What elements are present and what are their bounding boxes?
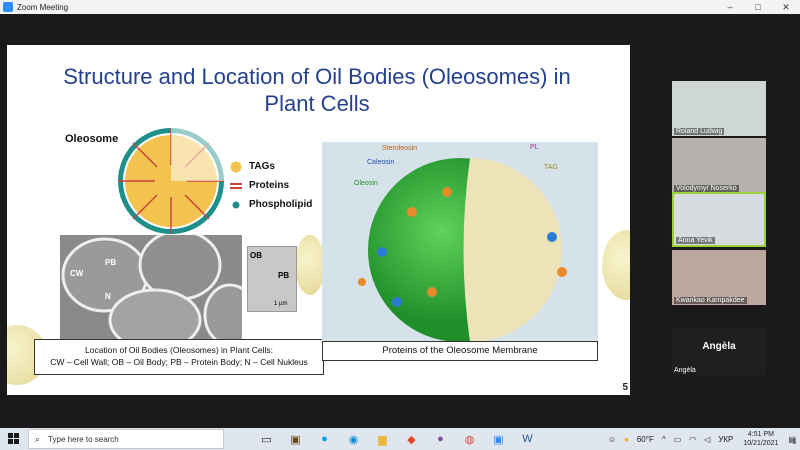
caption-location: Location of Oil Bodies (Oleosomes) in Pl… [34,339,324,375]
label-steroleosin: Steroleosin [382,145,418,152]
clock-date: 10/21/2021 [743,440,779,447]
chevron-up-icon[interactable]: ^ [662,435,666,444]
label-tag: TAG [544,164,558,171]
maximize-button[interactable]: □ [744,0,772,14]
label-caleosin: Caleosin [367,159,395,166]
search-icon: ⌕ [35,433,41,444]
task-view-icon[interactable]: ▭ [252,428,281,450]
legend-label: TAGs [249,161,275,172]
slide-title: Structure and Location of Oil Bodies (Ol… [37,63,597,117]
decorative-circle [602,230,630,300]
chrome-icon[interactable]: ◍ [455,428,484,450]
video-tile-roland[interactable]: Roland Ludwig [672,81,766,136]
battery-icon[interactable]: ▭ [674,435,682,444]
network-people-icon[interactable]: ☺ [608,435,616,444]
volume-icon[interactable]: ◁ [704,435,710,444]
notification-icon[interactable]: ▤ 3 [788,435,796,446]
shared-slide: Structure and Location of Oil Bodies (Ol… [7,45,630,395]
clock[interactable]: 4:51 PM 10/21/2021 [743,430,778,448]
weather-temperature[interactable]: 60°F [637,435,654,444]
label-pb: PB [278,271,290,280]
viber-icon[interactable]: ● [426,428,455,450]
caption-membrane-proteins: Proteins of the Oleosome Membrane [322,341,598,361]
skype-icon[interactable]: ● [310,428,339,450]
wifi-icon[interactable]: ◠ [689,435,696,444]
audio-tile-angela[interactable]: Angèla Angèla [672,327,766,375]
notification-count: 3 [792,439,796,446]
office-icon[interactable]: ◆ [397,428,426,450]
participant-name: Roland Ludwig [674,128,725,135]
taskbar: ⌕ Type here to search ▭ ▣ ● ◉ ▆ ◆ ● ◍ ▣ … [0,428,800,450]
label-pl: PL [530,144,539,151]
legend-item-phospholipid: Phospholipid [229,195,312,214]
decorative-circle [295,235,325,295]
legend-item-tags: TAGs [229,157,312,176]
micrograph-cells: PB CW N [60,235,242,340]
window-title: Zoom Meeting [17,2,69,12]
zoom-app-icon [3,2,13,12]
oleosome-membrane-model: Steroleosin Caleosin Oleosin PL TAG [322,142,598,342]
legend-item-proteins: Proteins [229,176,312,195]
video-tile-volodymyr[interactable]: Volodymyr Noserko [672,138,766,193]
word-icon[interactable]: W [513,428,542,450]
system-tray: ☺ ● 60°F ^ ▭ ◠ ◁ УКР 4:51 PM 10/21/2021 … [604,428,800,450]
video-tile-anna-active-speaker[interactable]: Anna Yevik [672,192,766,247]
slide-title-line-2: Plant Cells [264,91,370,116]
participant-name-text: Angèla [674,367,696,374]
participant-display-name: Angèla [702,341,736,352]
close-button[interactable]: ✕ [772,0,800,14]
legend-label: Proteins [249,180,290,191]
folder-icon[interactable]: ▆ [368,428,397,450]
oleosome-label: Oleosome [65,133,119,145]
store-icon[interactable]: ▣ [281,428,310,450]
label-pb: PB [105,258,117,267]
oleosome-diagram [118,125,227,234]
zoom-taskbar-icon[interactable]: ▣ [484,428,513,450]
clock-time: 4:51 PM [747,431,774,438]
windows-start-icon[interactable] [0,428,28,450]
meeting-stage: Structure and Location of Oil Bodies (Ol… [0,14,800,428]
oleosome-legend: TAGs Proteins Phospholipid [229,157,312,214]
slide-number: 5 [622,382,628,393]
caption-location-line-2: CW – Cell Wall; OB – Oil Body; PB – Prot… [50,357,308,367]
search-placeholder: Type here to search [48,434,119,444]
label-cw: CW [70,269,84,278]
label-ob: OB [250,251,262,260]
micrograph-oil-body: OB PB 1 µm [247,246,297,312]
minimize-button[interactable]: – [716,0,744,14]
caption-location-line-1: Location of Oil Bodies (Oleosomes) in Pl… [84,345,274,355]
title-bar: Zoom Meeting – □ ✕ [0,0,800,14]
video-tile-kwankao[interactable]: Kwankao Karnpakdee [672,250,766,305]
input-language[interactable]: УКР [718,435,733,444]
label-n: N [105,292,111,301]
slide-title-line-1: Structure and Location of Oil Bodies (Ol… [63,64,571,89]
participant-name: Volodymyr Noserko [674,185,739,192]
participant-name: Anna Yevik [676,237,715,244]
participant-name: Kwankao Karnpakdee [674,297,747,304]
label-oleosin: Oleosin [354,180,378,187]
scale-bar-label: 1 µm [274,301,288,307]
legend-label: Phospholipid [249,199,313,210]
taskbar-search-box[interactable]: ⌕ Type here to search [28,429,224,449]
weather-icon[interactable]: ● [624,435,629,444]
participant-name: Angèla [674,367,696,374]
edge-icon[interactable]: ◉ [339,428,368,450]
